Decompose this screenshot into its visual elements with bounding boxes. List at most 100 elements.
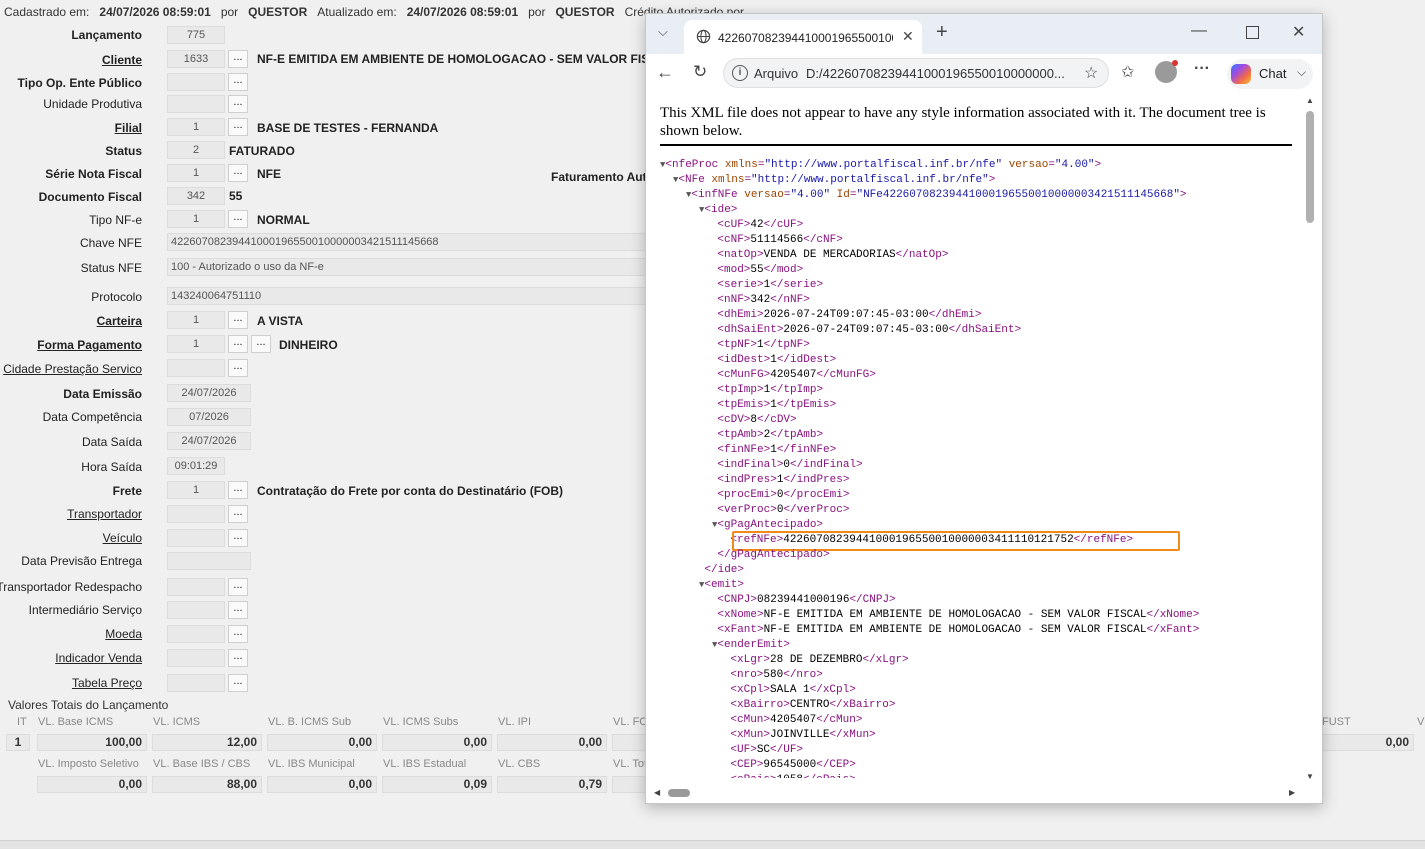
lancamento-field[interactable]: 775 — [167, 26, 225, 44]
filial-label[interactable]: Filial — [115, 121, 142, 135]
totais-header: VL. IBS Municipal — [268, 758, 355, 770]
unidade-lookup-button[interactable]: ... — [228, 95, 248, 113]
serie-field[interactable]: 1 — [167, 164, 225, 182]
frete-lookup-button[interactable]: ... — [228, 481, 248, 499]
xml-line[interactable]: ▼<emit> — [699, 578, 744, 593]
xml-line: <verProc>0</verProc> — [717, 504, 850, 516]
indicador-venda-field[interactable] — [167, 649, 225, 667]
chave-field[interactable]: 4226070823944100019655001000000342151114… — [167, 233, 647, 251]
protocolo-field[interactable]: 143240064751110 — [167, 287, 647, 305]
horizontal-scrollbar[interactable]: ◀ ▶ — [646, 787, 1306, 801]
xml-line: <xMun>JOINVILLE</xMun> — [730, 729, 876, 741]
intermediario-label: Intermediário Serviço — [28, 603, 142, 617]
tipo-op-lookup-button[interactable]: ... — [228, 73, 248, 91]
unidade-field[interactable] — [167, 95, 225, 113]
cliente-label[interactable]: Cliente — [102, 53, 142, 67]
tipo-nfe-lookup-button[interactable]: ... — [228, 210, 248, 228]
data-competencia-field[interactable]: 07/2026 — [167, 408, 251, 426]
copilot-chat-button[interactable]: Chat ⌵ — [1227, 59, 1313, 89]
xml-line[interactable]: ▼<NFe xmlns="http://www.portalfiscal.inf… — [673, 173, 995, 188]
vertical-scroll-thumb[interactable] — [1306, 111, 1314, 223]
transp-redespacho-lookup-button[interactable]: ... — [228, 578, 248, 596]
filial-name: BASE DE TESTES - FERNANDA — [257, 121, 439, 135]
data-saida-field[interactable]: 24/07/2026 — [167, 432, 251, 450]
tab-list-chevron-icon[interactable]: ⌵ — [658, 24, 668, 40]
moeda-label[interactable]: Moeda — [105, 627, 142, 641]
carteira-lookup-button[interactable]: ... — [228, 311, 248, 329]
cidade-lookup-button[interactable]: ... — [228, 359, 248, 377]
tabela-preco-label[interactable]: Tabela Preço — [72, 676, 142, 690]
veiculo-field[interactable] — [167, 529, 225, 547]
xml-line: <CEP>96545000</CEP> — [730, 759, 856, 771]
transportador-label[interactable]: Transportador — [67, 507, 142, 521]
address-url[interactable]: D:/42260708239441000196550010000000... — [806, 66, 1076, 81]
more-menu-icon[interactable]: ··· — [1194, 60, 1210, 78]
refresh-icon[interactable]: ↻ — [693, 62, 707, 82]
chave-label: Chave NFE — [79, 236, 142, 250]
address-bar[interactable]: i Arquivo D:/422607082394410001965500100… — [723, 58, 1109, 88]
data-previsao-field[interactable] — [167, 552, 251, 570]
transportador-field[interactable] — [167, 505, 225, 523]
carteira-field[interactable]: 1 — [167, 311, 225, 329]
intermediario-field[interactable] — [167, 601, 225, 619]
scroll-down-icon[interactable]: ▼ — [1306, 772, 1314, 781]
tabela-preco-field[interactable] — [167, 674, 225, 692]
minimize-icon[interactable]: — — [1191, 22, 1207, 40]
xml-line[interactable]: ▼<enderEmit> — [712, 638, 790, 653]
intermediario-lookup-button[interactable]: ... — [228, 601, 248, 619]
forma-pagamento-lookup2-button[interactable]: ... — [251, 335, 271, 353]
xml-line[interactable]: ▼<nfeProc xmlns="http://www.portalfiscal… — [660, 158, 1101, 173]
cliente-lookup-button[interactable]: ... — [228, 50, 248, 68]
xml-line: <indFinal>0</indFinal> — [717, 459, 863, 471]
serie-lookup-button[interactable]: ... — [228, 164, 248, 182]
filial-lookup-button[interactable]: ... — [228, 118, 248, 136]
new-tab-icon[interactable]: + — [936, 21, 948, 44]
cidade-field[interactable] — [167, 359, 225, 377]
scroll-up-icon[interactable]: ▲ — [1306, 96, 1314, 105]
window-close-icon[interactable]: ✕ — [1292, 22, 1305, 42]
status-nfe-field[interactable]: 100 - Autorizado o uso da NF-e — [167, 258, 647, 276]
browser-tab[interactable]: 42260708239441000196550010000 ✕ — [684, 20, 922, 54]
forma-pagamento-lookup-button[interactable]: ... — [228, 335, 248, 353]
totais-header: VL. Tot — [613, 758, 648, 770]
forma-pagamento-field[interactable]: 1 — [167, 335, 225, 353]
horizontal-scroll-thumb[interactable] — [668, 789, 690, 797]
status-field[interactable]: 2 — [167, 141, 225, 159]
moeda-field[interactable] — [167, 625, 225, 643]
veiculo-lookup-button[interactable]: ... — [228, 529, 248, 547]
favorite-star-icon[interactable]: ☆ — [1084, 63, 1098, 83]
indicador-venda-lookup-button[interactable]: ... — [228, 649, 248, 667]
back-arrow-icon[interactable]: ← — [656, 62, 674, 83]
transp-redespacho-field[interactable] — [167, 578, 225, 596]
chat-chevron-down-icon[interactable]: ⌵ — [1297, 65, 1306, 80]
scroll-left-icon[interactable]: ◀ — [654, 788, 660, 797]
favorites-icon[interactable]: ✩ — [1121, 62, 1134, 82]
cliente-code-field[interactable]: 1633 — [167, 50, 225, 68]
moeda-lookup-button[interactable]: ... — [228, 625, 248, 643]
tab-close-icon[interactable]: ✕ — [902, 28, 914, 45]
data-emissao-field[interactable]: 24/07/2026 — [167, 384, 251, 402]
hora-saida-field[interactable]: 09:01:29 — [167, 457, 225, 475]
cidade-label[interactable]: Cidade Prestação Servico — [3, 362, 142, 376]
xml-line: <tpImp>1</tpImp> — [717, 384, 824, 396]
tipo-op-field[interactable] — [167, 73, 225, 91]
browser-window[interactable]: ⌵ 42260708239441000196550010000 ✕ + — ✕ … — [645, 13, 1323, 804]
veiculo-label[interactable]: Veículo — [103, 531, 142, 545]
totais-header: VL. B. ICMS Sub — [268, 716, 352, 728]
frete-field[interactable]: 1 — [167, 481, 225, 499]
tabela-preco-lookup-button[interactable]: ... — [228, 674, 248, 692]
scroll-right-icon[interactable]: ▶ — [1289, 788, 1295, 797]
indicador-venda-label[interactable]: Indicador Venda — [55, 651, 142, 665]
documento-field[interactable]: 342 — [167, 187, 225, 205]
xml-line[interactable]: ▼<ide> — [699, 203, 737, 218]
info-icon[interactable]: i — [732, 65, 748, 81]
xml-line: <xBairro>CENTRO</xBairro> — [730, 699, 896, 711]
transportador-lookup-button[interactable]: ... — [228, 505, 248, 523]
xml-line[interactable]: ▼<infNFe versao="4.00" Id="NFe4226070823… — [686, 188, 1187, 203]
forma-pagamento-label[interactable]: Forma Pagamento — [37, 338, 142, 352]
carteira-label[interactable]: Carteira — [97, 314, 142, 328]
filial-field[interactable]: 1 — [167, 118, 225, 136]
atualizado-label: Atualizado em: — [317, 5, 397, 19]
maximize-icon[interactable] — [1246, 26, 1259, 39]
tipo-nfe-field[interactable]: 1 — [167, 210, 225, 228]
